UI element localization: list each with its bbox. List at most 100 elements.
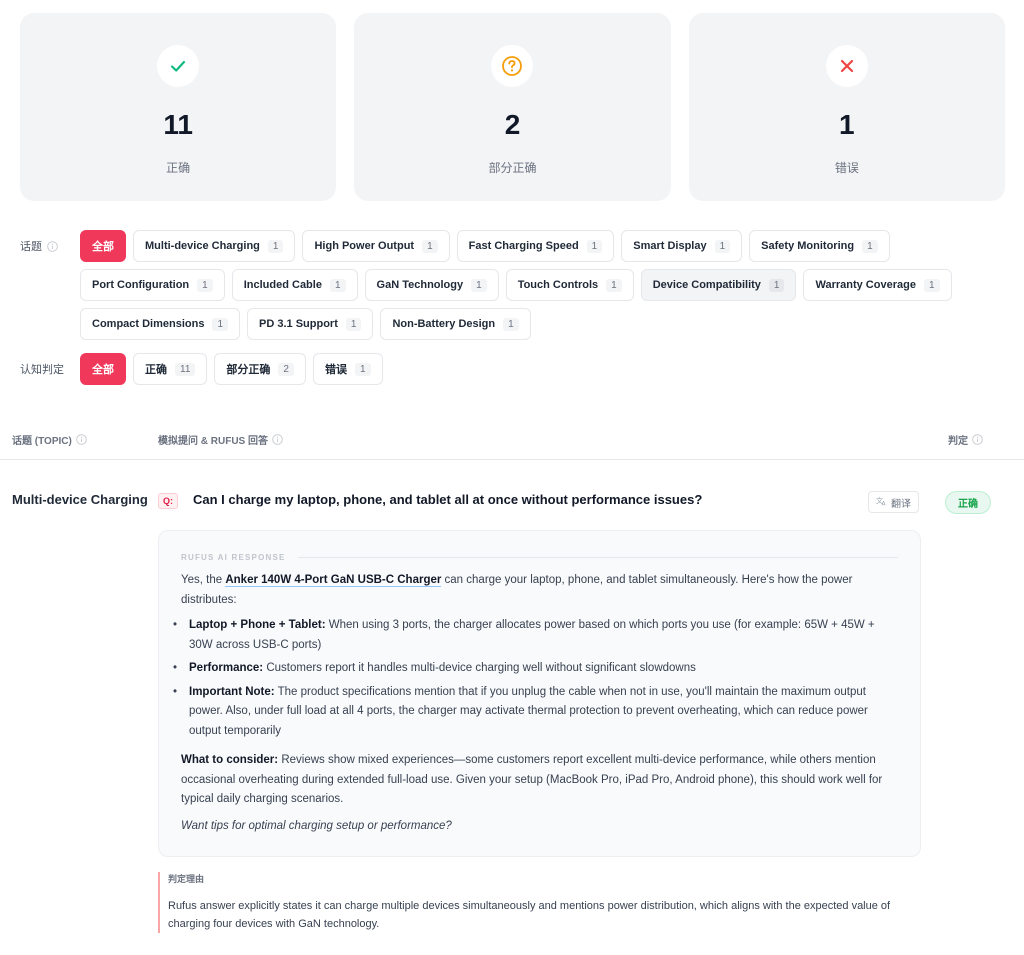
topic-chip[interactable]: High Power Output 1 bbox=[302, 230, 450, 262]
stat-label: 错误 bbox=[834, 161, 859, 175]
col-header-topic: 话题 (TOPIC) bbox=[12, 432, 87, 447]
verdict-chip[interactable]: 正确 11 bbox=[133, 353, 208, 385]
col-header-topic-text: 话题 (TOPIC) bbox=[12, 436, 72, 447]
verdict-chip-all[interactable]: 全部 bbox=[80, 353, 126, 385]
chip-count: 1 bbox=[768, 278, 785, 292]
topic-chip[interactable]: GaN Technology 1 bbox=[364, 269, 499, 301]
question-badge: Q: bbox=[158, 493, 178, 509]
verdict-chip[interactable]: 错误 1 bbox=[312, 353, 383, 385]
chip-label: Compact Dimensions bbox=[92, 318, 205, 330]
topic-filter-label: 话题 bbox=[20, 230, 80, 262]
topic-chip[interactable]: Included Cable 1 bbox=[231, 269, 358, 301]
topic-chips: 全部 Multi-device Charging 1 High Power Out… bbox=[80, 230, 980, 340]
chip-label: Safety Monitoring bbox=[761, 240, 855, 252]
topic-chip[interactable]: Safety Monitoring 1 bbox=[749, 230, 890, 262]
bullet-text: Customers report it handles multi-device… bbox=[263, 662, 696, 674]
table-header: 话题 (TOPIC) 模拟提问 & RUFUS 回答 判定 bbox=[0, 430, 1024, 460]
topic-chip-all[interactable]: 全部 bbox=[80, 230, 126, 262]
check-icon bbox=[157, 45, 200, 87]
stat-label: 正确 bbox=[166, 161, 191, 175]
response-header: RUFUS AI RESPONSE bbox=[181, 553, 898, 562]
topic-chip[interactable]: Device Compatibility 1 bbox=[640, 269, 797, 301]
row-topic: Multi-device Charging bbox=[12, 492, 148, 507]
info-icon[interactable] bbox=[76, 434, 87, 445]
topic-filter: 话题 全部 Multi-device Charging 1 High Power … bbox=[20, 230, 980, 340]
topic-chip[interactable]: PD 3.1 Support 1 bbox=[247, 308, 374, 340]
col-header-verdict: 判定 bbox=[948, 432, 983, 447]
response-consider: What to consider: Reviews show mixed exp… bbox=[181, 751, 898, 810]
chip-label: High Power Output bbox=[314, 240, 415, 252]
chip-count: 1 bbox=[714, 239, 731, 253]
translate-icon: 文A bbox=[876, 496, 887, 509]
info-icon[interactable] bbox=[972, 434, 983, 445]
chip-count: 1 bbox=[345, 317, 362, 331]
bullet-text: The product specifications mention that … bbox=[189, 685, 868, 737]
topic-chip[interactable]: Touch Controls 1 bbox=[505, 269, 634, 301]
product-link[interactable]: Anker 140W 4-Port GaN USB-C Charger bbox=[225, 574, 442, 587]
chip-count: 1 bbox=[329, 278, 346, 292]
reason-title: 判定理由 bbox=[168, 874, 205, 884]
col-header-verdict-text: 判定 bbox=[948, 436, 968, 447]
chip-label: Included Cable bbox=[243, 279, 322, 291]
topic-chip[interactable]: Port Configuration 1 bbox=[80, 269, 225, 301]
topic-chip[interactable]: Warranty Coverage 1 bbox=[803, 269, 952, 301]
chip-count: 11 bbox=[175, 362, 196, 376]
list-item: Laptop + Phone + Tablet: When using 3 po… bbox=[165, 616, 898, 655]
chip-label: PD 3.1 Support bbox=[259, 318, 338, 330]
verdict-chip[interactable]: 部分正确 2 bbox=[214, 353, 306, 385]
topic-chip[interactable]: Fast Charging Speed 1 bbox=[456, 230, 615, 262]
reason-text: Rufus answer explicitly states it can ch… bbox=[168, 900, 891, 930]
stat-value: 1 bbox=[839, 109, 855, 140]
stats-row: 11 正确 2 部分正确 1 错误 bbox=[20, 13, 1005, 201]
divider bbox=[297, 557, 898, 558]
topic-chip[interactable]: Multi-device Charging 1 bbox=[133, 230, 296, 262]
col-header-qa: 模拟提问 & RUFUS 回答 bbox=[158, 432, 283, 447]
chip-label: Port Configuration bbox=[92, 279, 190, 291]
topic-chip[interactable]: Compact Dimensions 1 bbox=[80, 308, 241, 340]
verdict-filter-label: 认知判定 bbox=[20, 364, 64, 376]
topic-chip[interactable]: Non-Battery Design 1 bbox=[380, 308, 531, 340]
chip-label: Touch Controls bbox=[517, 279, 599, 291]
topic-chip[interactable]: Smart Display 1 bbox=[621, 230, 743, 262]
stat-card-partial: 2 部分正确 bbox=[354, 13, 671, 201]
chip-count: 1 bbox=[586, 239, 603, 253]
translate-button[interactable]: 文A 翻译 bbox=[868, 491, 919, 513]
intro-text: Yes, the bbox=[181, 574, 226, 586]
chip-count: 1 bbox=[422, 239, 438, 253]
consider-title: What to consider: bbox=[181, 754, 279, 766]
chip-count: 1 bbox=[212, 317, 229, 331]
topic-filter-label-text: 话题 bbox=[20, 241, 42, 253]
chip-label: Device Compatibility bbox=[652, 279, 761, 291]
list-item: Important Note: The product specificatio… bbox=[165, 683, 898, 742]
verdict-reason: 判定理由 Rufus answer explicitly states it c… bbox=[158, 872, 921, 933]
stat-card-correct: 11 正确 bbox=[20, 13, 337, 201]
consider-text: Reviews show mixed experiences—some cust… bbox=[181, 754, 883, 805]
response-bullets: Laptop + Phone + Tablet: When using 3 po… bbox=[173, 616, 898, 741]
chip-label: 部分正确 bbox=[226, 364, 271, 376]
col-header-qa-text: 模拟提问 & RUFUS 回答 bbox=[158, 436, 268, 447]
info-icon[interactable] bbox=[47, 240, 58, 252]
verdict-chips: 全部 正确 11 部分正确 2 错误 1 bbox=[80, 353, 980, 385]
translate-label: 翻译 bbox=[891, 498, 911, 510]
response-header-text: RUFUS AI RESPONSE bbox=[181, 553, 286, 562]
verdict-filter: 认知判定 全部 正确 11 部分正确 2 错误 1 bbox=[20, 353, 980, 385]
response-body: Yes, the Anker 140W 4-Port GaN USB-C Cha… bbox=[173, 571, 898, 836]
chip-label: Fast Charging Speed bbox=[468, 240, 579, 252]
chip-count: 2 bbox=[278, 362, 294, 376]
info-icon[interactable] bbox=[272, 434, 283, 445]
chip-count: 1 bbox=[267, 239, 284, 253]
chip-count: 1 bbox=[197, 278, 213, 292]
stat-value: 2 bbox=[504, 109, 521, 140]
stat-value: 11 bbox=[163, 109, 193, 140]
list-item: Performance: Customers report it handles… bbox=[165, 659, 898, 679]
chip-label: GaN Technology bbox=[376, 279, 464, 291]
rufus-response-box: RUFUS AI RESPONSE Yes, the Anker 140W 4-… bbox=[158, 530, 921, 857]
chip-count: 1 bbox=[503, 317, 519, 331]
chip-label: 正确 bbox=[145, 364, 167, 376]
chip-label: Smart Display bbox=[633, 240, 707, 252]
svg-text:A: A bbox=[882, 500, 887, 506]
question-circle-icon bbox=[491, 45, 534, 87]
x-icon bbox=[825, 45, 868, 87]
response-closing-question: Want tips for optimal charging setup or … bbox=[181, 819, 452, 832]
chip-label: Non-Battery Design bbox=[392, 318, 496, 330]
